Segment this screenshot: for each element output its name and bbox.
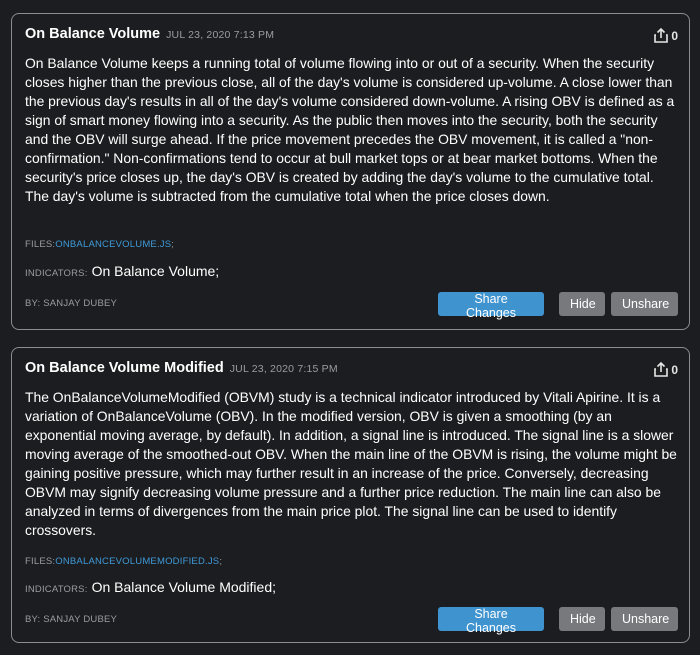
- card-actions: Share Changes Hide Unshare: [438, 292, 678, 320]
- file-link[interactable]: ONBALANCEVOLUME.JS: [55, 239, 171, 250]
- files-row: FILES:ONBALANCEVOLUME.JS;: [25, 239, 174, 250]
- share-icon[interactable]: [654, 28, 669, 43]
- share-count-button[interactable]: 0: [654, 362, 678, 377]
- hide-button[interactable]: Hide: [559, 607, 605, 631]
- card-date: JUL 23, 2020 7:13 PM: [166, 29, 275, 41]
- indicators-value: On Balance Volume Modified;: [91, 579, 277, 595]
- share-changes-button[interactable]: Share Changes: [438, 292, 544, 320]
- hide-button[interactable]: Hide: [559, 292, 605, 316]
- share-changes-button[interactable]: Share Changes: [438, 607, 544, 635]
- file-link[interactable]: ONBALANCEVOLUMEMODIFIED.JS: [55, 556, 219, 567]
- card-actions: Share Changes Hide Unshare: [438, 607, 678, 635]
- files-row: FILES:ONBALANCEVOLUMEMODIFIED.JS;: [25, 556, 222, 567]
- files-label: FILES:: [25, 239, 56, 250]
- indicators-label: INDICATORS:: [25, 268, 88, 279]
- indicators-row: INDICATORS: On Balance Volume Modified;: [25, 579, 276, 595]
- share-icon[interactable]: [654, 362, 669, 377]
- share-count-button[interactable]: 0: [654, 28, 678, 43]
- card-title: On Balance Volume Modified: [25, 360, 224, 376]
- card-title: On Balance Volume: [25, 26, 161, 42]
- indicators-label: INDICATORS:: [25, 584, 88, 595]
- files-suffix: ;: [171, 239, 175, 250]
- files-suffix: ;: [219, 556, 223, 567]
- share-count: 0: [671, 362, 678, 377]
- script-card: On Balance Volume JUL 23, 2020 7:13 PM 0…: [11, 13, 690, 330]
- author: BY: SANJAY DUBEY: [25, 298, 118, 309]
- unshare-button[interactable]: Unshare: [611, 292, 678, 316]
- indicators-value: On Balance Volume;: [91, 263, 220, 279]
- script-card: On Balance Volume Modified JUL 23, 2020 …: [11, 347, 690, 643]
- share-count: 0: [671, 28, 678, 43]
- author: BY: SANJAY DUBEY: [25, 614, 118, 625]
- files-label: FILES:: [25, 556, 56, 567]
- indicators-row: INDICATORS: On Balance Volume;: [25, 263, 219, 279]
- card-description: The OnBalanceVolumeModified (OBVM) study…: [25, 389, 677, 538]
- shared-scripts-feed: On Balance Volume JUL 23, 2020 7:13 PM 0…: [0, 0, 700, 655]
- unshare-button[interactable]: Unshare: [611, 607, 678, 631]
- card-header: On Balance Volume JUL 23, 2020 7:13 PM: [25, 26, 274, 42]
- card-description: On Balance Volume keeps a running total …: [25, 55, 675, 204]
- card-header: On Balance Volume Modified JUL 23, 2020 …: [25, 360, 338, 376]
- card-date: JUL 23, 2020 7:15 PM: [229, 363, 338, 375]
